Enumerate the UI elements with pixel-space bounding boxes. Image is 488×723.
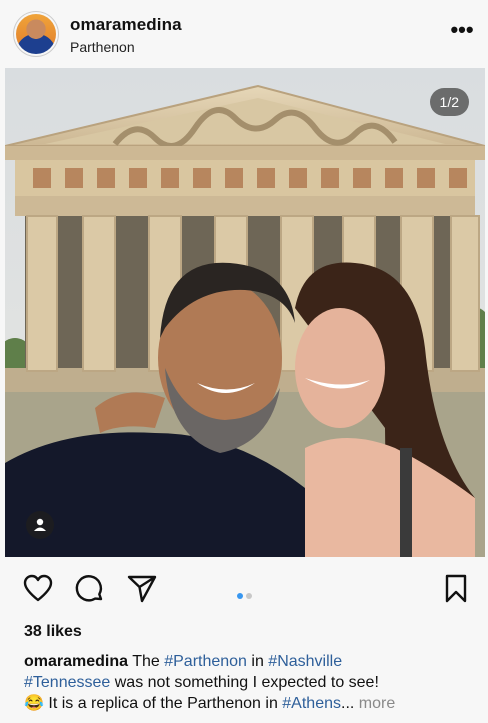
post-caption: omaramedina The #Parthenon in #Nashville… [24,651,474,714]
image-counter: 1/2 [429,88,469,116]
person-tag-icon[interactable] [26,511,54,539]
hashtag-link[interactable]: #Tennessee [24,674,110,691]
likes-count[interactable]: 38 likes [24,623,82,641]
action-bar [0,560,488,618]
heart-icon[interactable] [22,573,54,605]
bookmark-glyph [445,574,467,603]
share-glyph [127,575,157,603]
comment-glyph [75,575,103,602]
carousel-dot-active [237,593,243,599]
caption-username[interactable]: omaramedina [24,653,128,670]
avatar[interactable] [16,14,56,54]
post-username[interactable]: omaramedina [70,15,182,35]
caption-text: The [128,653,165,670]
carousel-dots [237,586,255,599]
caption-text: in [246,653,269,670]
more-link[interactable]: more [359,695,395,712]
post-header: omaramedina Parthenon ••• [0,0,488,68]
laughing-emoji: 😂 [24,695,44,712]
hashtag-link[interactable]: #Athens [282,695,341,712]
caption-text: ... [341,695,359,712]
more-options-icon[interactable]: ••• [447,19,477,42]
caption-text: It is a replica of the Parthenon in [43,695,283,712]
heart-glyph [23,574,53,602]
hashtag-link[interactable]: #Parthenon [164,653,247,670]
carousel-dot [246,593,252,599]
photo-illustration [5,68,485,557]
share-icon[interactable] [126,573,158,605]
caption-text: was not something I expected to see! [110,674,379,691]
post-photo[interactable]: 1/2 [5,68,485,557]
comment-icon[interactable] [74,573,106,605]
post-location[interactable]: Parthenon [70,39,135,55]
person-tag-glyph [34,518,46,531]
bookmark-icon[interactable] [440,573,472,605]
hashtag-link[interactable]: #Nashville [268,653,342,670]
